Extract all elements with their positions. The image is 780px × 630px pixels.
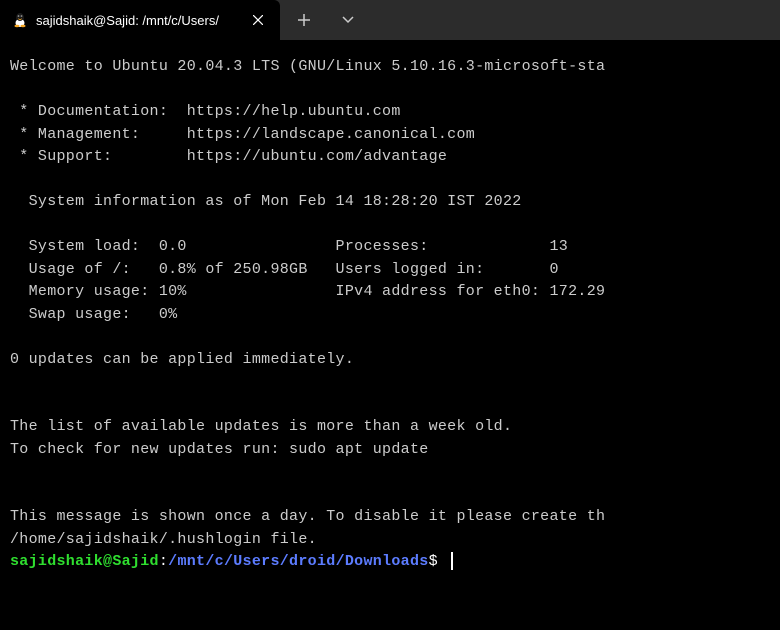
new-tab-button[interactable] xyxy=(292,8,316,32)
welcome-line: Welcome to Ubuntu 20.04.3 LTS (GNU/Linux… xyxy=(10,58,605,75)
updates-line: 0 updates can be applied immediately. xyxy=(10,351,354,368)
prompt-dollar: $ xyxy=(429,553,438,570)
prompt-user: sajidshaik@Sajid xyxy=(10,553,159,570)
dropdown-button[interactable] xyxy=(336,8,360,32)
tab-actions xyxy=(280,8,360,32)
sysinfo-memory: Memory usage: 10% IPv4 address for eth0:… xyxy=(10,283,605,300)
close-tab-button[interactable] xyxy=(248,10,268,30)
sysinfo-header: System information as of Mon Feb 14 18:2… xyxy=(10,193,522,210)
hushlogin-line-2: /home/sajidshaik/.hushlogin file. xyxy=(10,531,317,548)
sysinfo-usage: Usage of /: 0.8% of 250.98GB Users logge… xyxy=(10,261,559,278)
terminal-output[interactable]: Welcome to Ubuntu 20.04.3 LTS (GNU/Linux… xyxy=(0,40,780,590)
motd-line-2: To check for new updates run: sudo apt u… xyxy=(10,441,429,458)
prompt-path: /mnt/c/Users/droid/Downloads xyxy=(168,553,428,570)
titlebar: sajidshaik@Sajid: /mnt/c/Users/ xyxy=(0,0,780,40)
cursor xyxy=(451,552,453,570)
tux-icon xyxy=(12,12,28,28)
active-tab[interactable]: sajidshaik@Sajid: /mnt/c/Users/ xyxy=(0,0,280,40)
sysinfo-load: System load: 0.0 Processes: 13 xyxy=(10,238,568,255)
sysinfo-swap: Swap usage: 0% xyxy=(10,306,177,323)
support-link: * Support: https://ubuntu.com/advantage xyxy=(10,148,447,165)
mgmt-link: * Management: https://landscape.canonica… xyxy=(10,126,475,143)
tab-title: sajidshaik@Sajid: /mnt/c/Users/ xyxy=(36,13,240,28)
doc-link: * Documentation: https://help.ubuntu.com xyxy=(10,103,401,120)
hushlogin-line-1: This message is shown once a day. To dis… xyxy=(10,508,605,525)
motd-line-1: The list of available updates is more th… xyxy=(10,418,512,435)
prompt-colon: : xyxy=(159,553,168,570)
